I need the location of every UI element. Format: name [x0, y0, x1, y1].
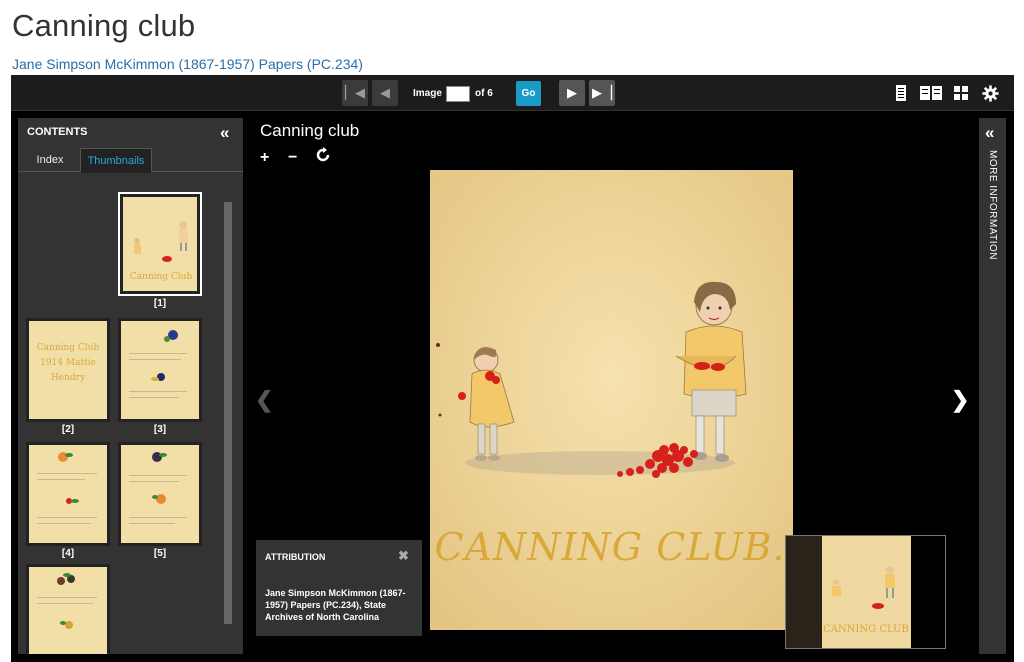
thumbnail-label: [5]	[153, 548, 167, 559]
tab-thumbnails[interactable]: Thumbnails	[80, 148, 152, 173]
rotate-button[interactable]	[315, 147, 331, 168]
image-viewer: ▏◀ ◀ Image of 6 Go ▶ ▶▕ CONTENTS « Index…	[11, 75, 1014, 662]
close-icon[interactable]: ✖	[398, 548, 409, 564]
navigator-shade	[786, 536, 822, 648]
viewer-toolbar: ▏◀ ◀ Image of 6 Go ▶ ▶▕	[11, 75, 1014, 111]
contents-tabs: Index Thumbnails	[18, 148, 243, 173]
thumbnail-label: [3]	[153, 424, 167, 435]
next-page-button[interactable]: ▶	[559, 80, 585, 106]
thumbnail-label: [2]	[61, 424, 75, 435]
thumbnail-image	[121, 321, 199, 419]
contents-title: CONTENTS	[27, 126, 88, 138]
thumbnail-1[interactable]: Canning Club [1]	[118, 192, 202, 309]
thumbnail-frame	[118, 318, 202, 422]
thumbnail-2[interactable]: Canning Club 1914 Mattie Hendry [2]	[26, 318, 110, 435]
thumbnail-caption: Canning Club	[130, 272, 193, 282]
two-page-icon	[920, 86, 942, 100]
tab-index[interactable]: Index	[26, 148, 74, 172]
thumbnail-image: Canning Club	[123, 197, 197, 291]
thumbnail-image	[29, 445, 107, 543]
thumbnail-frame: Canning Club 1914 Mattie Hendry	[26, 318, 110, 422]
navigator-lettering: CANNING CLUB	[823, 624, 909, 635]
thumbnail-caption: Canning Club 1914 Mattie Hendry	[36, 343, 100, 383]
single-page-icon	[896, 85, 906, 101]
two-page-view-button[interactable]	[919, 83, 943, 103]
main-image[interactable]: CANNING CLUB.	[430, 170, 793, 630]
prev-image-arrow[interactable]: ❮	[255, 387, 273, 413]
thumbnail-label: [4]	[61, 548, 75, 559]
go-button[interactable]: Go	[516, 81, 541, 106]
thumbnail-6[interactable]	[26, 564, 110, 654]
last-page-icon: ▶▕	[592, 85, 612, 100]
cover-lettering: CANNING CLUB.	[435, 525, 786, 569]
settings-button[interactable]	[981, 83, 999, 103]
first-page-button[interactable]: ▏◀	[342, 80, 368, 106]
thumbnail-4[interactable]: [4]	[26, 442, 110, 559]
navigator-image: CANNING CLUB	[822, 536, 911, 648]
image-label: Image	[413, 88, 442, 99]
grid-icon	[954, 86, 968, 100]
more-information-panel[interactable]: « MORE INFORMATION	[979, 118, 1006, 654]
navigator-minimap[interactable]: CANNING CLUB	[785, 535, 946, 649]
zoom-out-button[interactable]: −	[288, 149, 297, 167]
thumbnail-frame: Canning Club	[118, 192, 202, 296]
thumbnail-frame	[26, 442, 110, 546]
page-title: Canning club	[12, 8, 196, 43]
thumbnail-list: Canning Club [1] Canning Club 1914 Matti…	[18, 178, 243, 654]
image-number-input[interactable]	[446, 86, 470, 102]
thumbnail-3[interactable]: [3]	[118, 318, 202, 435]
attribution-title: ATTRIBUTION	[265, 552, 326, 562]
attribution-panel: ATTRIBUTION ✖ Jane Simpson McKimmon (186…	[256, 540, 422, 636]
zoom-in-button[interactable]: +	[260, 149, 269, 167]
contents-collapse-icon[interactable]: «	[220, 123, 229, 143]
thumbnail-image	[121, 445, 199, 543]
gear-icon	[981, 84, 999, 102]
image-count-label: of 6	[475, 88, 493, 99]
first-page-icon: ▏◀	[345, 85, 365, 100]
gallery-view-button[interactable]	[953, 83, 969, 103]
more-information-label[interactable]: MORE INFORMATION	[987, 150, 998, 260]
thumbnail-frame	[118, 442, 202, 546]
image-title: Canning club	[260, 121, 360, 140]
prev-page-button[interactable]: ◀	[372, 80, 398, 106]
last-page-button[interactable]: ▶▕	[589, 80, 615, 106]
contents-panel: CONTENTS « Index Thumbnails Canning Club	[18, 118, 243, 654]
thumbnail-5[interactable]: [5]	[118, 442, 202, 559]
thumbnail-frame	[26, 564, 110, 654]
rotate-icon	[316, 147, 330, 162]
info-collapse-icon[interactable]: «	[985, 123, 994, 143]
prev-page-icon: ◀	[380, 85, 390, 100]
single-page-view-button[interactable]	[895, 83, 907, 103]
attribution-text: Jane Simpson McKimmon (1867-1957) Papers…	[265, 588, 406, 622]
next-page-icon: ▶	[567, 85, 577, 100]
collection-link[interactable]: Jane Simpson McKimmon (1867-1957) Papers…	[12, 56, 363, 72]
thumbnail-image: Canning Club 1914 Mattie Hendry	[29, 321, 107, 419]
thumbnail-image	[29, 567, 107, 654]
thumbnail-scrollbar[interactable]	[224, 202, 232, 624]
thumbnail-label: [1]	[153, 298, 167, 309]
next-image-arrow[interactable]: ❯	[951, 387, 969, 413]
